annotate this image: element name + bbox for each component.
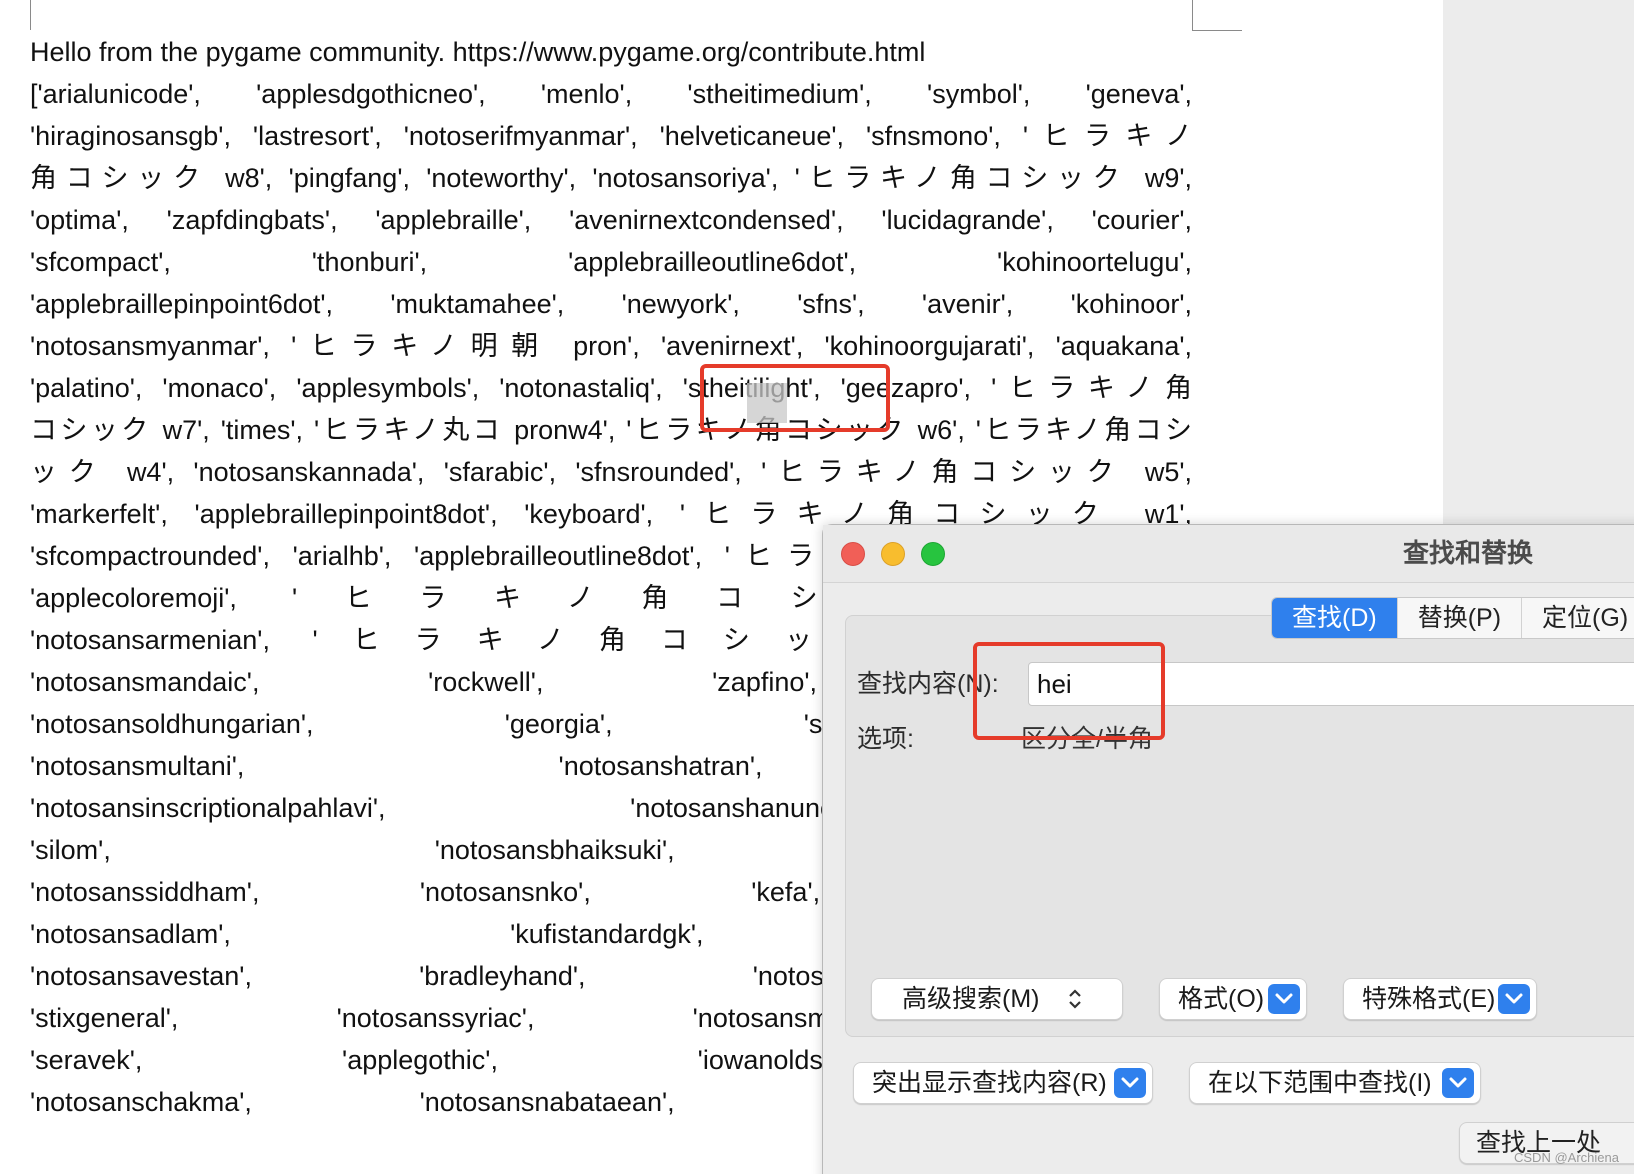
page-corner-mark-right <box>1192 0 1242 31</box>
tab-goto[interactable]: 定位(G) <box>1522 598 1634 638</box>
watermark: CSDN @Archiena <box>1514 1150 1619 1165</box>
find-in-range-label: 在以下范围中查找(I) <box>1208 1069 1432 1097</box>
up-down-arrows-icon <box>1069 989 1081 1009</box>
find-mode-tabs: 查找(D) 替换(P) 定位(G) <box>1271 597 1634 639</box>
minimize-window-button[interactable] <box>881 542 905 566</box>
chevron-down-icon <box>1498 984 1530 1014</box>
document-line: 'hiraginosansgb', 'lastresort', 'notoser… <box>30 121 1192 151</box>
advanced-search-label: 高级搜索(M) <box>902 985 1040 1013</box>
document-line: 角コシック w8', 'pingfang', 'noteworthy', 'no… <box>30 163 1192 193</box>
document-line: 'optima', 'zapfdingbats', 'applebraille'… <box>30 205 1192 235</box>
find-replace-dialog: 查找和替换 查找(D) 替换(P) 定位(G) 查找内容(N): hei 选项:… <box>822 524 1634 1174</box>
annotation-box-stheitilight <box>700 364 890 432</box>
dialog-titlebar[interactable]: 查找和替换 <box>823 525 1634 583</box>
document-line: ック w4', 'notosanskannada', 'sfarabic', '… <box>30 457 1192 487</box>
document-line: 'palatino', 'monaco', 'applesymbols', 'n… <box>30 373 1192 403</box>
find-in-range-button[interactable]: 在以下范围中查找(I) <box>1189 1062 1481 1104</box>
advanced-search-button[interactable]: 高级搜索(M) <box>871 978 1123 1020</box>
special-format-dropdown-button[interactable]: 特殊格式(E) <box>1343 978 1537 1020</box>
zoom-window-button[interactable] <box>921 542 945 566</box>
options-label: 选项: <box>857 725 914 753</box>
format-dropdown-button[interactable]: 格式(O) <box>1159 978 1307 1020</box>
annotation-box-find-field <box>973 642 1165 740</box>
special-format-label: 特殊格式(E) <box>1362 985 1496 1013</box>
tab-replace[interactable]: 替换(P) <box>1397 598 1523 638</box>
format-label: 格式(O) <box>1178 985 1265 1013</box>
document-line: コシック w7', 'times', 'ヒラキノ丸コ pronw4', 'ヒラキ… <box>30 415 1192 445</box>
highlight-find-content-button[interactable]: 突出显示查找内容(R) <box>853 1062 1153 1104</box>
screen: Hello from the pygame community. https:/… <box>0 0 1634 1174</box>
highlight-find-content-label: 突出显示查找内容(R) <box>872 1069 1107 1097</box>
chevron-down-icon <box>1114 1068 1146 1098</box>
dialog-title: 查找和替换 <box>1403 538 1534 568</box>
close-window-button[interactable] <box>841 542 865 566</box>
document-line: ['arialunicode', 'applesdgothicneo', 'me… <box>30 79 1192 109</box>
tab-find[interactable]: 查找(D) <box>1272 598 1398 638</box>
document-line: 'notosansmyanmar', 'ヒラキノ明朝 pron', 'aveni… <box>30 331 1192 361</box>
chevron-down-icon <box>1442 1068 1474 1098</box>
document-line: 'applebraillepinpoint6dot', 'muktamahee'… <box>30 289 1192 319</box>
page-corner-mark-left <box>29 0 31 30</box>
document-line: 'sfcompact', 'thonburi', 'applebrailleou… <box>30 247 1192 277</box>
document-line: Hello from the pygame community. https:/… <box>30 37 926 67</box>
chevron-down-icon <box>1268 984 1300 1014</box>
